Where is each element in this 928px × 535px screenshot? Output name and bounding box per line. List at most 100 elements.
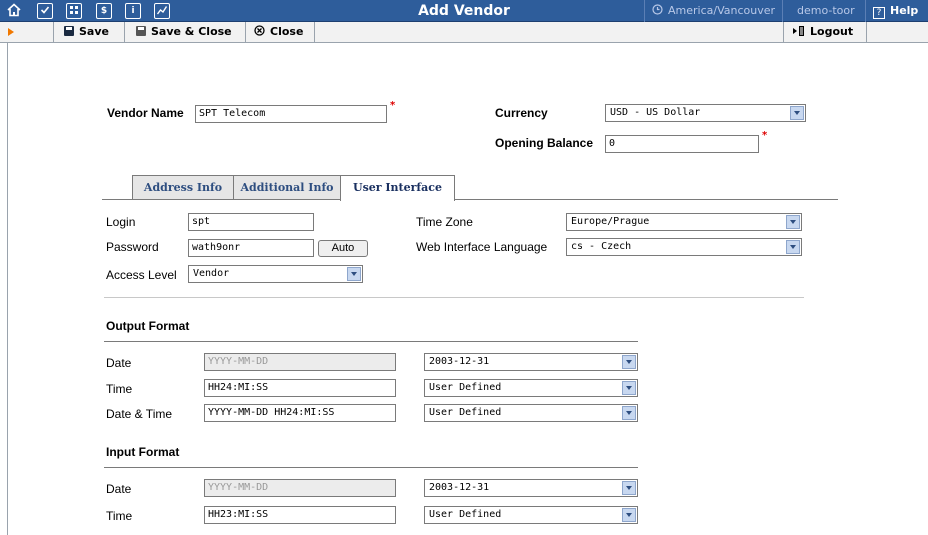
chevron-down-icon xyxy=(622,355,636,369)
tab-additional-info[interactable]: Additional Info xyxy=(233,175,341,200)
divider xyxy=(866,22,867,42)
divider xyxy=(782,0,783,22)
home-icon[interactable] xyxy=(6,3,22,19)
input-time-select-value: User Defined xyxy=(429,509,502,520)
currency-label: Currency xyxy=(495,106,548,120)
logout-button[interactable]: Logout xyxy=(793,22,853,42)
web-language-label: Web Interface Language xyxy=(416,240,548,254)
password-field[interactable]: wath9onr xyxy=(188,239,314,257)
top-bar: $ i Add Vendor America/Vancouver demo-to… xyxy=(0,0,928,22)
save-label: Save xyxy=(79,25,109,38)
timezone-link[interactable]: America/Vancouver xyxy=(652,0,775,22)
close-icon xyxy=(254,22,265,42)
divider xyxy=(124,22,125,42)
timezone-label: America/Vancouver xyxy=(668,4,776,17)
tab-user-interface[interactable]: User Interface xyxy=(340,175,455,201)
clock-icon xyxy=(652,0,663,22)
save-icon xyxy=(64,26,74,36)
currency-select[interactable]: USD - US Dollar xyxy=(605,104,806,122)
input-date-format-field[interactable]: YYYY-MM-DD xyxy=(204,479,396,497)
password-label: Password xyxy=(106,240,159,254)
section-underline xyxy=(104,341,638,342)
output-format-heading: Output Format xyxy=(106,319,190,333)
divider xyxy=(644,0,645,22)
divider xyxy=(865,0,866,22)
section-divider xyxy=(104,297,804,298)
login-field[interactable]: spt xyxy=(188,213,314,231)
input-format-heading: Input Format xyxy=(106,445,180,459)
input-date-label: Date xyxy=(106,482,132,496)
output-datetime-format-field[interactable]: YYYY-MM-DD HH24:MI:SS xyxy=(204,404,396,422)
logout-label: Logout xyxy=(810,25,854,38)
output-date-select[interactable]: 2003-12-31 xyxy=(424,353,638,371)
required-marker: * xyxy=(390,100,396,111)
opening-balance-field[interactable]: 0 xyxy=(605,135,759,153)
chart-icon[interactable] xyxy=(154,3,170,19)
output-date-label: Date xyxy=(106,356,132,370)
chevron-down-icon xyxy=(347,267,361,281)
chevron-down-icon xyxy=(790,106,804,120)
time-zone-label: Time Zone xyxy=(416,215,473,229)
section-underline xyxy=(104,467,638,468)
login-label: Login xyxy=(106,215,136,229)
chevron-down-icon xyxy=(622,481,636,495)
tab-address-info[interactable]: Address Info xyxy=(132,175,234,200)
web-language-select[interactable]: cs - Czech xyxy=(566,238,802,256)
currency-value: USD - US Dollar xyxy=(610,107,701,118)
dollar-icon[interactable]: $ xyxy=(96,3,112,19)
required-marker: * xyxy=(762,130,768,141)
checkbox-icon[interactable] xyxy=(37,3,53,19)
toolbar: Save Save & Close Close Logout xyxy=(0,22,928,43)
info-icon[interactable]: i xyxy=(125,3,141,19)
input-time-select[interactable]: User Defined xyxy=(424,506,638,524)
opening-balance-label: Opening Balance xyxy=(495,136,594,150)
output-time-select-value: User Defined xyxy=(429,382,502,393)
tab-baseline xyxy=(455,199,838,200)
tab-baseline xyxy=(102,199,132,200)
help-label: Help xyxy=(890,4,919,17)
chevron-down-icon xyxy=(622,381,636,395)
toolbar-arrow-icon xyxy=(8,28,14,36)
grid-icon[interactable] xyxy=(66,3,82,19)
time-zone-value: Europe/Prague xyxy=(571,216,650,227)
close-button[interactable]: Close xyxy=(254,22,303,42)
save-button[interactable]: Save xyxy=(64,22,109,42)
save-close-label: Save & Close xyxy=(151,25,232,38)
access-level-select[interactable]: Vendor xyxy=(188,265,363,283)
access-level-value: Vendor xyxy=(193,268,230,279)
web-language-value: cs - Czech xyxy=(571,241,632,252)
output-time-format-field[interactable]: HH24:MI:SS xyxy=(204,379,396,397)
auto-button[interactable]: Auto xyxy=(318,240,368,257)
output-date-select-value: 2003-12-31 xyxy=(429,356,490,367)
divider xyxy=(783,22,784,42)
vendor-name-label: Vendor Name xyxy=(107,106,184,120)
input-date-select[interactable]: 2003-12-31 xyxy=(424,479,638,497)
output-date-format-field[interactable]: YYYY-MM-DD xyxy=(204,353,396,371)
divider xyxy=(53,22,54,42)
tab-baseline xyxy=(102,199,340,200)
divider xyxy=(314,22,315,42)
save-close-button[interactable]: Save & Close xyxy=(136,22,232,42)
input-date-select-value: 2003-12-31 xyxy=(429,482,490,493)
user-link[interactable]: demo-toor xyxy=(797,0,855,22)
close-label: Close xyxy=(270,25,304,38)
chevron-down-icon xyxy=(622,508,636,522)
vendor-name-field[interactable]: SPT Telecom xyxy=(195,105,387,123)
chevron-down-icon xyxy=(786,240,800,254)
output-datetime-select-value: User Defined xyxy=(429,407,502,418)
divider xyxy=(245,22,246,42)
chevron-down-icon xyxy=(786,215,800,229)
logout-icon xyxy=(793,22,805,42)
input-time-label: Time xyxy=(106,509,133,523)
output-datetime-select[interactable]: User Defined xyxy=(424,404,638,422)
help-link[interactable]: ? Help xyxy=(873,0,918,22)
output-time-select[interactable]: User Defined xyxy=(424,379,638,397)
output-time-label: Time xyxy=(106,382,133,396)
output-datetime-label: Date & Time xyxy=(106,407,173,421)
help-icon: ? xyxy=(873,7,885,19)
save-close-icon xyxy=(136,26,146,36)
time-zone-select[interactable]: Europe/Prague xyxy=(566,213,802,231)
content-border xyxy=(7,43,8,535)
access-level-label: Access Level xyxy=(106,268,177,282)
input-time-format-field[interactable]: HH23:MI:SS xyxy=(204,506,396,524)
